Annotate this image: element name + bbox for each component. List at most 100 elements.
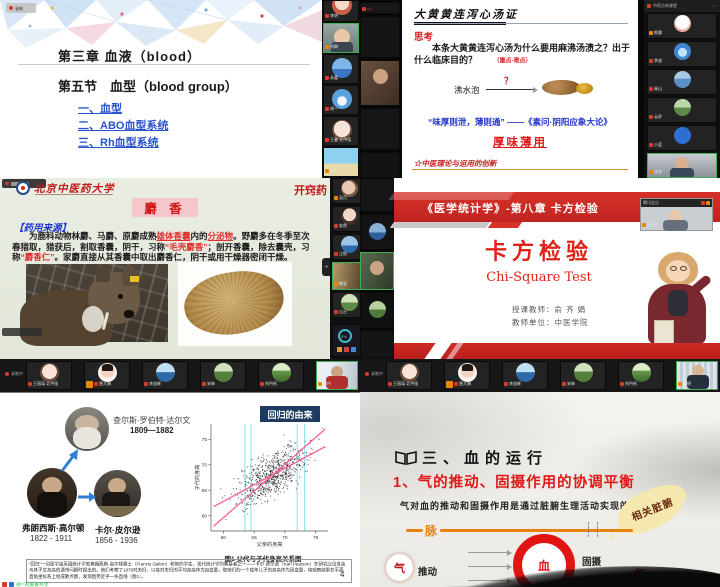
participant-thumbnail[interactable]: 刘丹彤 xyxy=(258,361,304,390)
push-arrow xyxy=(468,552,508,553)
footer-note: ☆中医理论与运用的创新 xyxy=(414,158,497,169)
musk-deer-photo xyxy=(26,264,168,342)
participant-thumbnail[interactable]: 云舒 xyxy=(647,97,717,123)
pip-titlebar: 腾讯会议 xyxy=(641,199,712,207)
mic-muted-icon xyxy=(620,382,624,386)
participant-thumbnail[interactable] xyxy=(360,330,394,359)
participant-thumbnail[interactable]: 李明 xyxy=(323,0,359,22)
mic-muted-icon xyxy=(649,143,653,147)
mic-muted-icon xyxy=(562,382,566,386)
mic-icon xyxy=(649,170,653,174)
participant-thumbnail[interactable]: 宋林 xyxy=(560,361,606,390)
participant-thumbnail[interactable] xyxy=(360,16,400,58)
svg-text:65: 65 xyxy=(251,535,257,541)
mic-muted-icon xyxy=(334,252,338,256)
participant-thumbnail[interactable]: 刘丹彤 xyxy=(618,361,664,390)
slide-decoction: 大黄黄连泻心汤证 思考 本条大黄黄连泻心汤为什么要用麻沸汤渍之？出于什么临床目的… xyxy=(402,0,638,178)
participant-thumbnail[interactable]: 山丘 xyxy=(332,292,360,318)
participant-thumbnail[interactable]: 安然 xyxy=(332,206,360,232)
participant-rail: 吴月 安然 江帆 教室 山丘 8% xyxy=(330,178,360,359)
record-button-label: 录制 xyxy=(15,5,23,11)
scatter-plot: 6065707560657075父亲的身高子代的身高 xyxy=(193,419,333,551)
participant-video[interactable] xyxy=(360,60,400,106)
recording-label: 录制中 xyxy=(371,372,383,376)
header-band-accent xyxy=(390,222,490,228)
question-note: （重点·难点） xyxy=(480,57,532,66)
boil-label: 沸水泡 xyxy=(454,84,480,96)
participant-video[interactable]: 郭丹 xyxy=(316,361,358,390)
mic-muted-icon xyxy=(325,14,329,18)
mic-icon xyxy=(318,382,322,386)
svg-text:父亲的身高: 父亲的身高 xyxy=(257,540,283,548)
mic-icon xyxy=(649,31,653,35)
participant-thumbnail[interactable]: 宋林 xyxy=(200,361,246,390)
pip-video-overlay[interactable]: 腾讯会议 主讲人 xyxy=(640,198,713,231)
participant-thumbnail[interactable]: 江帆 xyxy=(332,234,360,260)
process-arrow xyxy=(486,89,534,90)
participant-thumbnail[interactable] xyxy=(360,214,394,250)
widget-thumbnail[interactable]: 8% xyxy=(332,324,360,357)
record-button[interactable]: 录制 xyxy=(6,3,36,13)
mic-icon xyxy=(325,45,329,49)
participant-thumbnail[interactable]: 李益辉 xyxy=(142,361,188,390)
slide-circulation: 三、血的运行 1、气的推动、固摄作用的协调平衡 气对血的推动和固摄作用是通过脏腑… xyxy=(360,392,720,587)
participant-thumbnail[interactable]: 李波 xyxy=(647,41,717,67)
participant-thumbnail[interactable]: 小蓝 xyxy=(647,125,717,151)
participant-thumbnail[interactable] xyxy=(360,152,400,178)
rail-collapse-handle[interactable]: ◂ xyxy=(322,258,330,276)
participant-thumbnail[interactable]: 胡一 xyxy=(323,85,359,115)
book xyxy=(654,320,674,344)
meeting-window-decoction: ••• 大黄黄连泻心汤证 思考 本条大黄黄连泻心汤为什么要用麻沸汤渍之？出于什么… xyxy=(360,0,720,178)
share-status: 胡**的屏幕共享 xyxy=(2,579,70,587)
mic-icon xyxy=(678,382,682,386)
subtitle: Chi-Square Test xyxy=(394,270,684,285)
participant-thumbnail[interactable]: 王丽璃·北中医 xyxy=(386,361,432,390)
push-arrow xyxy=(468,566,508,567)
vessel-label-top: 脉 xyxy=(425,522,437,539)
slide-chisquare: 《医学统计学》-第八章 卡方检验 卡方检验 Chi-Square Test 授课… xyxy=(394,178,720,359)
participant-thumbnail[interactable]: 陈晨 xyxy=(647,13,717,39)
exchange-dash xyxy=(597,522,598,537)
participant-thumbnail[interactable]: 王曼·北中医 xyxy=(323,116,359,146)
participant-video[interactable]: 教室 xyxy=(332,262,360,290)
participant-video[interactable] xyxy=(360,252,394,290)
unit-line: 教师单位：中医学院 xyxy=(512,317,589,328)
question-mark: ？ xyxy=(504,74,513,87)
participant-thumbnail[interactable]: 海岸 xyxy=(323,147,359,177)
svg-text:子代的身高: 子代的身高 xyxy=(193,465,201,491)
page-number: 4 xyxy=(340,570,344,579)
participant-video[interactable]: 刘琳 xyxy=(323,23,359,53)
participant-thumbnail[interactable]: 贾大娟 xyxy=(444,361,490,390)
darwin-years: 1809—1882 xyxy=(130,426,174,435)
section-heading: 三、血的运行 xyxy=(422,447,548,468)
participant-video[interactable]: 张弛 xyxy=(647,153,717,178)
participant-thumbnail[interactable]: 吴月 xyxy=(332,178,360,204)
participant-thumbnail[interactable]: 王丽璃·北中医 xyxy=(26,361,72,390)
mic-icon xyxy=(642,223,646,227)
participant-thumbnail[interactable]: 永嘉 xyxy=(323,54,359,84)
participant-thumbnail[interactable]: 李益辉 xyxy=(502,361,548,390)
participant-thumbnail[interactable] xyxy=(360,108,400,150)
mic-icon xyxy=(334,196,338,200)
participant-thumbnail[interactable] xyxy=(360,178,394,212)
teacher-line: 授课教师：俞 齐 娟 xyxy=(512,304,586,315)
participant-video[interactable]: 郭明 xyxy=(676,361,718,390)
qi-left-circle: 气 xyxy=(386,554,413,581)
svg-text:75: 75 xyxy=(313,535,319,541)
participant-thumbnail[interactable]: ••• xyxy=(360,2,400,14)
more-icon[interactable]: ⋯ xyxy=(711,3,717,10)
participant-thumbnail[interactable]: 贾大娟 xyxy=(84,361,130,390)
university-logo xyxy=(16,181,30,195)
raise-hand-icon xyxy=(446,381,453,388)
participant-thumbnail[interactable] xyxy=(360,292,394,328)
svg-text:75: 75 xyxy=(202,437,208,443)
record-dot-icon xyxy=(5,372,9,376)
meeting-window-musk: 北京中医药大学 开窍药 麝 香 【药用来源】 为鹿科动物林麝、马麝、原麝成熟雄体… xyxy=(0,178,360,359)
participant-thumbnail[interactable]: 青山 xyxy=(647,69,717,95)
participant-strip: 录制中 王丽璃·北中医 贾大娟 李益辉 宋林 刘丹彤 xyxy=(0,359,360,392)
recording-label: 录制中 xyxy=(11,372,23,376)
mic-muted-icon xyxy=(649,87,653,91)
title-underline-thin xyxy=(414,23,628,24)
footer-band xyxy=(394,343,720,359)
body-text: 气对血的推动和固摄作用是通过脏腑生理活动实现的 xyxy=(400,499,630,512)
